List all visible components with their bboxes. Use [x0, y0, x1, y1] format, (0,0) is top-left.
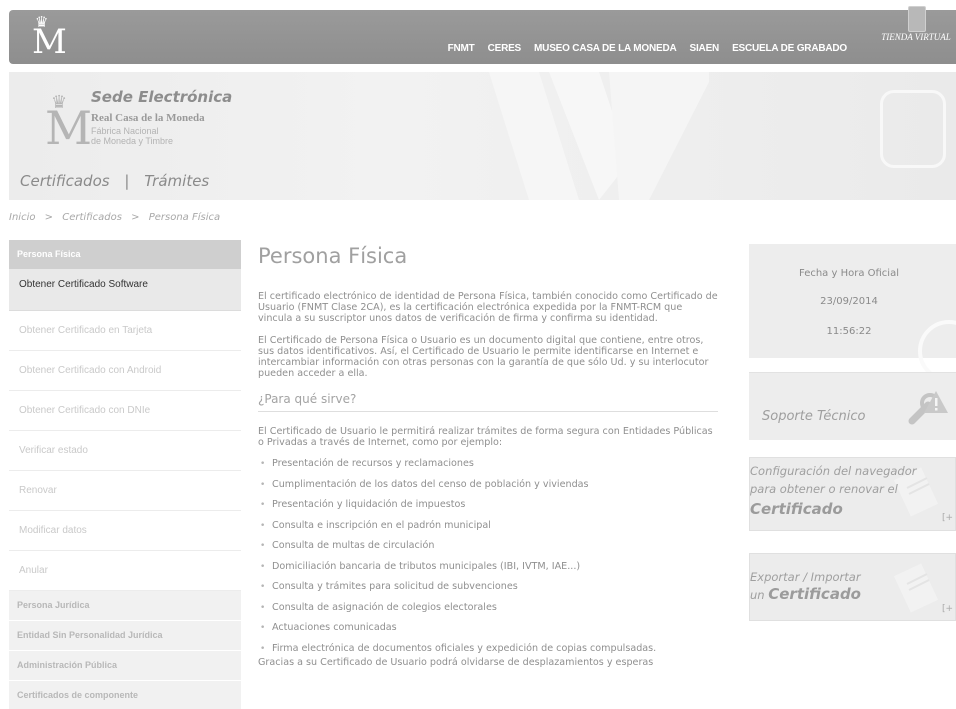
- sidebar-item-verificar[interactable]: Verificar estado: [9, 431, 241, 471]
- shopping-bag-icon: [908, 6, 926, 32]
- sidebar-item-tarjeta[interactable]: Obtener Certificado en Tarjeta: [9, 311, 241, 351]
- sidebar-header[interactable]: Persona Física: [9, 240, 241, 269]
- config-line1: Configuración del navegador: [750, 464, 917, 478]
- top-nav-fnmt[interactable]: FNMT: [448, 43, 475, 54]
- fnmt-subtitle: Fábrica Nacional de Moneda y Timbre: [91, 126, 174, 146]
- clock-label: Fecha y Hora Oficial: [798, 268, 899, 279]
- sidebar-category-componente[interactable]: Certificados de componente: [9, 681, 241, 709]
- top-nav-ceres[interactable]: CERES: [488, 43, 522, 54]
- sidebar-item-anular[interactable]: Anular: [9, 551, 241, 591]
- top-nav-museo[interactable]: MUSEO CASA DE LA MONEDA: [534, 43, 677, 54]
- breadcrumb-separator: >: [131, 212, 140, 223]
- sidebar-item-modificar[interactable]: Modificar datos: [9, 511, 241, 551]
- section-tramites[interactable]: Trámites: [144, 172, 209, 190]
- sidebar-item-android[interactable]: Obtener Certificado con Android: [9, 351, 241, 391]
- official-clock: Fecha y Hora Oficial 23/09/2014 11:56:22: [749, 244, 956, 382]
- export-line1: Exportar / Importar: [750, 570, 861, 584]
- rcm-emblem-icon: ♛ M: [45, 92, 93, 155]
- wrench-warning-icon: [908, 391, 948, 425]
- list-item: Cumplimentación de los datos del censo d…: [258, 475, 718, 496]
- soporte-label: Soporte Técnico: [762, 409, 866, 424]
- export-more-link[interactable]: [+: [942, 604, 953, 614]
- top-bar: ♛ M FNMT CERES MUSEO CASA DE LA MONEDA S…: [9, 6, 956, 64]
- list-item: Domiciliación bancaria de tributos munic…: [258, 557, 718, 578]
- section-subtitle: ¿Para qué sirve?: [258, 392, 718, 412]
- list-item: Firma electrónica de documentos oficiale…: [258, 639, 718, 660]
- sidebar-item-dnie[interactable]: Obtener Certificado con DNIe: [9, 391, 241, 431]
- header-banner: ♛ M Sede Electrónica Real Casa de la Mon…: [9, 72, 956, 200]
- uses-intro-paragraph: El Certificado de Usuario le permitirá r…: [258, 426, 713, 448]
- description-paragraph: El Certificado de Persona Física o Usuar…: [258, 335, 709, 379]
- breadcrumb-current: Persona Física: [148, 212, 221, 223]
- breadcrumb-inicio[interactable]: Inicio: [9, 212, 35, 223]
- section-nav: Certificados | Trámites: [20, 172, 209, 190]
- sidebar-category-juridica[interactable]: Persona Jurídica: [9, 591, 241, 621]
- certificate-document-icon: [893, 563, 939, 613]
- list-item: Consulta e inscripción en el padrón muni…: [258, 516, 718, 537]
- config-certificado: Certificado: [750, 500, 843, 518]
- fnmt-logo[interactable]: ♛ M: [29, 14, 67, 62]
- top-nav: FNMT CERES MUSEO CASA DE LA MONEDA SIAEN…: [448, 10, 860, 64]
- list-item: Consulta y trámites para solicitud de su…: [258, 577, 718, 598]
- main-content: Persona Física El certificado electrónic…: [258, 240, 718, 668]
- sidebar-category-entidad[interactable]: Entidad Sin Personalidad Jurídica: [9, 621, 241, 651]
- list-item: Consulta de multas de circulación: [258, 536, 718, 557]
- sede-brand[interactable]: ♛ M Sede Electrónica Real Casa de la Mon…: [45, 88, 265, 154]
- export-certificado: Certificado: [768, 585, 861, 603]
- clock-time: 11:56:22: [826, 326, 872, 337]
- sidebar-item-renovar[interactable]: Renovar: [9, 471, 241, 511]
- breadcrumb-certificados[interactable]: Certificados: [62, 212, 122, 223]
- export-import-button[interactable]: Exportar / Importar un Certificado [+: [749, 553, 956, 621]
- config-line2: para obtener o renovar el: [750, 482, 898, 496]
- top-nav-siaen[interactable]: SIAEN: [690, 43, 720, 54]
- browser-config-button[interactable]: Configuración del navegador para obtener…: [749, 457, 956, 531]
- tienda-label: TIENDA VIRTUAL: [881, 32, 951, 42]
- section-certificados[interactable]: Certificados: [20, 172, 110, 190]
- tienda-virtual-link[interactable]: TIENDA VIRTUAL: [878, 4, 954, 62]
- list-item: Presentación y liquidación de impuestos: [258, 495, 718, 516]
- section-separator: |: [124, 172, 130, 190]
- sede-title: Sede Electrónica: [91, 88, 233, 106]
- rcm-title: Real Casa de la Moneda: [91, 112, 205, 124]
- banner-decoration: [489, 72, 709, 200]
- smartcard-chip-icon: [880, 90, 946, 168]
- page-title: Persona Física: [258, 244, 408, 268]
- clock-date: 23/09/2014: [820, 296, 878, 307]
- soporte-tecnico-button[interactable]: Soporte Técnico: [749, 372, 956, 440]
- intro-paragraph: El certificado electrónico de identidad …: [258, 291, 718, 324]
- uses-list: Presentación de recursos y reclamaciones…: [258, 454, 718, 659]
- breadcrumb-separator: >: [44, 212, 54, 223]
- sidebar-category-administracion[interactable]: Administración Pública: [9, 651, 241, 681]
- config-more-link[interactable]: [+: [942, 513, 953, 523]
- list-item: Actuaciones comunicadas: [258, 618, 718, 639]
- list-item: Consulta de asignación de colegios elect…: [258, 598, 718, 619]
- sidebar-item-software[interactable]: Obtener Certificado Software: [9, 269, 241, 311]
- top-nav-escuela[interactable]: ESCUELA DE GRABADO: [732, 43, 847, 54]
- breadcrumb: Inicio > Certificados > Persona Física: [9, 212, 226, 223]
- list-item: Presentación de recursos y reclamaciones: [258, 454, 718, 475]
- sidebar: Persona Física Obtener Certificado Softw…: [9, 240, 241, 709]
- export-line2: un Certificado: [750, 585, 861, 603]
